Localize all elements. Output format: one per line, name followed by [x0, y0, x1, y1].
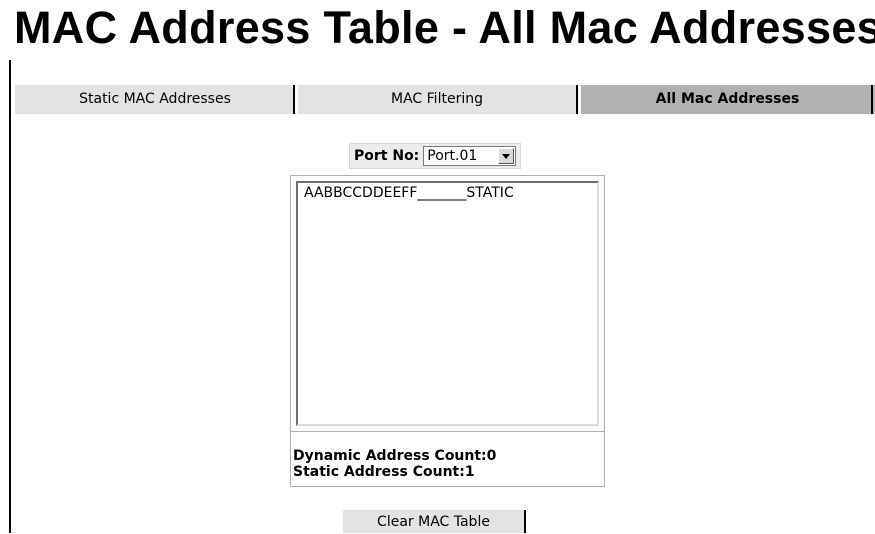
tab-divider	[871, 85, 873, 114]
chevron-down-icon[interactable]	[498, 148, 515, 164]
static-address-count: Static Address Count:1	[293, 464, 475, 480]
tab-divider	[295, 85, 298, 114]
page-title: MAC Address Table - All Mac Addresses	[14, 2, 875, 53]
frame-border	[9, 60, 11, 533]
clear-mac-table-button[interactable]: Clear MAC Table	[343, 510, 526, 533]
mac-address-list[interactable]: AABBCCDDEEFF_______STATIC	[296, 181, 599, 426]
address-counts: Dynamic Address Count:0 Static Address C…	[290, 432, 605, 487]
tab-divider	[293, 85, 295, 114]
tab-divider	[578, 85, 581, 114]
port-select[interactable]: Port.01	[423, 146, 517, 166]
mac-list-container: AABBCCDDEEFF_______STATIC	[290, 175, 605, 432]
dynamic-address-count: Dynamic Address Count:0	[293, 448, 497, 464]
port-label: Port No:	[354, 148, 420, 164]
tab-all-mac-addresses[interactable]: All Mac Addresses	[580, 85, 875, 114]
tab-static-mac-addresses[interactable]: Static MAC Addresses	[15, 85, 295, 114]
port-select-value: Port.01	[427, 148, 478, 164]
list-item[interactable]: AABBCCDDEEFF_______STATIC	[298, 183, 597, 202]
port-selector-row: Port No: Port.01	[349, 143, 522, 169]
tab-divider	[576, 85, 578, 114]
tab-mac-filtering[interactable]: MAC Filtering	[296, 85, 578, 114]
